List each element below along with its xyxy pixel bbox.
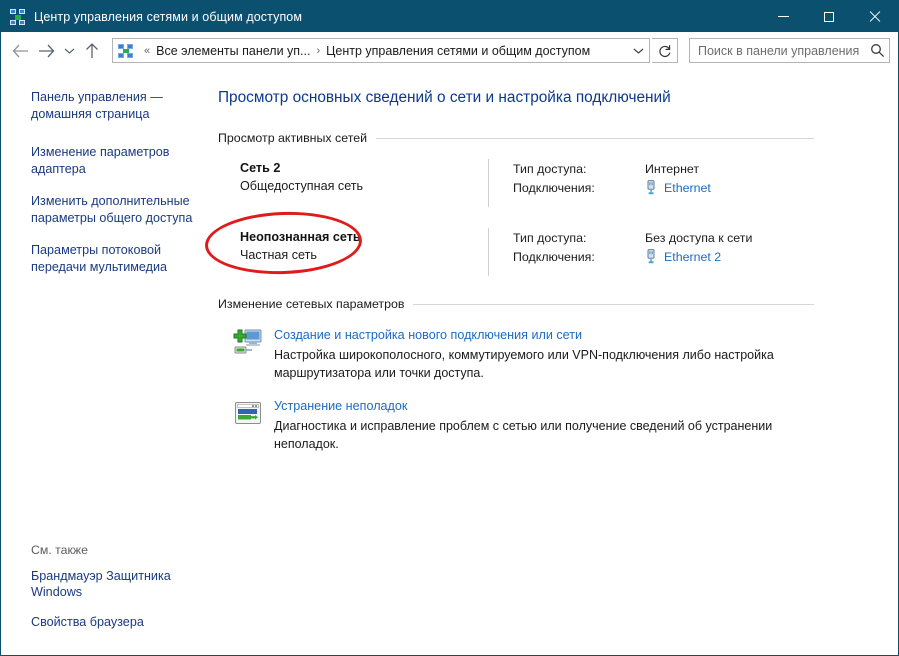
change-settings-heading-label: Изменение сетевых параметров [218,297,405,311]
network-category: Общедоступная сеть [240,179,364,193]
troubleshoot-icon [232,397,264,429]
sidebar-item-advanced-sharing-settings[interactable]: Изменить дополнительные параметры общего… [31,193,196,226]
sidebar-item-internet-options[interactable]: Свойства браузера [31,614,196,631]
sidebar-links: Панель управления — домашняя страница Из… [1,89,210,275]
ethernet-plug-icon [645,249,657,264]
page-title: Просмотр основных сведений о сети и наст… [218,89,671,106]
access-type-value: Интернет [645,161,700,176]
connections-row: Подключения: E [513,178,898,197]
minimize-button[interactable] [760,1,806,32]
active-networks-heading: Просмотр активных сетей [218,131,814,145]
row-divider [488,228,489,276]
task-link-new-connection[interactable]: Создание и настройка нового подключения … [274,327,582,344]
active-networks-list: Сеть 2 Общедоступная сеть Тип доступа: И… [203,159,898,277]
search-input[interactable] [690,43,865,58]
network-details: Тип доступа: Интернет Подключения: Ether… [513,159,898,207]
new-connection-icon [232,326,264,358]
recent-locations-button[interactable] [59,38,79,64]
sidebar-item-windows-defender-firewall[interactable]: Брандмауэр Защитника Windows [31,568,196,601]
connections-row: Подключения: E [513,247,898,266]
task-troubleshoot[interactable]: Устранение неполадок Диагностика и испра… [210,397,898,453]
connection-link[interactable]: Ethernet 2 [664,248,721,266]
sidebar-item-change-adapter-settings[interactable]: Изменение параметров адаптера [31,144,196,177]
address-bar[interactable]: « Все элементы панели уп... › Центр упра… [112,38,650,63]
ethernet-plug-icon [645,180,657,195]
breadcrumb-item-all-control-panel[interactable]: Все элементы панели уп... [155,42,311,60]
section-divider [376,137,814,139]
access-type-label: Тип доступа: [513,230,587,245]
connection-value: Ethernet 2 [645,248,721,266]
close-icon [869,11,881,23]
change-settings-heading: Изменение сетевых параметров [218,297,814,311]
maximize-button[interactable] [806,1,852,32]
refresh-button[interactable] [652,38,678,63]
main-panel: Просмотр основных сведений о сети и наст… [203,70,898,654]
connections-label: Подключения: [513,180,595,195]
back-button[interactable] [7,38,33,64]
access-type-row: Тип доступа: Без доступа к сети [513,228,898,247]
access-type-value: Без доступа к сети [645,230,753,245]
see-also-section: См. также Брандмауэр Защитника Windows С… [1,543,210,631]
chevron-down-icon [633,48,643,54]
change-settings-section: Изменение сетевых параметров Создание и … [210,297,898,453]
network-name: Неопознанная сеть [240,230,361,244]
task-link-troubleshoot[interactable]: Устранение неполадок [274,398,407,415]
content-area: Панель управления — домашняя страница Из… [1,70,898,654]
navigation-bar: « Все элементы панели уп... › Центр упра… [1,32,898,70]
window-title: Центр управления сетями и общим доступом [34,9,303,24]
task-body: Создание и настройка нового подключения … [274,326,839,382]
network-identity: Сеть 2 Общедоступная сеть [210,159,488,207]
breadcrumb-overflow-icon[interactable]: « [139,45,155,57]
sidebar: Панель управления — домашняя страница Из… [1,70,210,654]
address-dropdown-button[interactable] [627,39,649,62]
section-divider [413,303,814,305]
access-type-label: Тип доступа: [513,161,587,176]
close-button[interactable] [852,1,898,32]
network-sharing-center-window: { "window": { "title": "Центр управления… [0,0,899,656]
minimize-icon [777,16,789,17]
search-box[interactable] [689,38,890,63]
network-sharing-icon [10,8,26,25]
task-description: Настройка широкополосного, коммутируемог… [274,348,774,380]
access-type-row: Тип доступа: Интернет [513,159,898,178]
connection-value: Ethernet [645,179,711,197]
network-sharing-icon [118,43,134,59]
search-icon[interactable] [865,43,889,58]
up-arrow-icon [86,42,98,58]
network-category: Частная сеть [240,248,317,262]
task-description: Диагностика и исправление проблем с сеть… [274,419,773,451]
breadcrumb-item-current[interactable]: Центр управления сетями и общим доступом [325,42,591,60]
sidebar-item-control-panel-home[interactable]: Панель управления — домашняя страница [31,89,196,122]
task-new-connection[interactable]: Создание и настройка нового подключения … [210,326,898,382]
see-also-title: См. также [31,542,88,557]
window-controls [760,1,898,32]
connections-label: Подключения: [513,249,595,264]
network-details: Тип доступа: Без доступа к сети Подключе… [513,228,898,276]
refresh-icon [658,44,670,57]
table-row[interactable]: Неопознанная сеть Частная сеть Тип досту… [203,209,898,277]
chevron-down-icon [64,48,74,54]
connection-link[interactable]: Ethernet [664,179,711,197]
network-identity: Неопознанная сеть Частная сеть [203,209,488,277]
forward-arrow-icon [38,44,54,57]
table-row[interactable]: Сеть 2 Общедоступная сеть Тип доступа: И… [210,159,898,207]
forward-button[interactable] [33,38,59,64]
maximize-icon [824,11,834,22]
breadcrumb-separator-icon: › [316,44,321,57]
up-button[interactable] [79,38,105,64]
sidebar-item-media-streaming-options[interactable]: Параметры потоковой передачи мультимедиа [31,242,196,275]
title-bar[interactable]: Центр управления сетями и общим доступом [1,1,898,32]
back-arrow-icon [12,44,28,57]
task-body: Устранение неполадок Диагностика и испра… [274,397,839,453]
active-networks-heading-label: Просмотр активных сетей [218,131,368,145]
network-name: Сеть 2 [240,161,281,175]
row-divider [488,159,489,207]
